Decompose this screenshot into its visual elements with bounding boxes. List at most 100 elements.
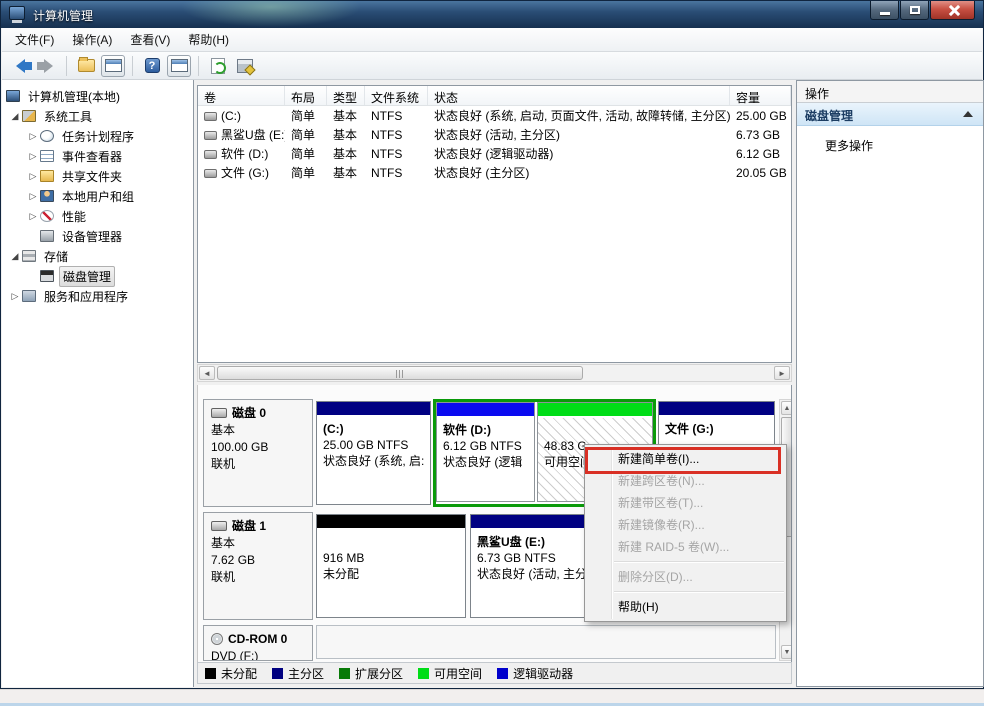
tree-item-event-viewer[interactable]: ▷ 事件查看器 bbox=[2, 146, 193, 166]
tree-item-system-tools[interactable]: ◢ 系统工具 bbox=[2, 106, 193, 126]
storage-icon bbox=[22, 250, 36, 262]
up-folder-button[interactable] bbox=[74, 55, 98, 77]
menu-action[interactable]: 操作(A) bbox=[63, 28, 121, 51]
horizontal-scroll-thumb[interactable] bbox=[217, 366, 583, 380]
unallocated-region[interactable]: 916 MB 未分配 bbox=[316, 514, 466, 618]
local-users-icon bbox=[40, 190, 54, 202]
menu-bar: 文件(F) 操作(A) 查看(V) 帮助(H) bbox=[2, 28, 982, 52]
actions-section-disk-management[interactable]: 磁盘管理 bbox=[797, 103, 983, 126]
column-header-layout[interactable]: 布局 bbox=[285, 86, 327, 105]
partition-c[interactable]: (C:) 25.00 GB NTFS 状态良好 (系统, 启: bbox=[316, 401, 431, 505]
legend-color-swatch bbox=[272, 668, 283, 679]
legend-logical-drive: 逻辑驱动器 bbox=[497, 665, 573, 682]
expander-collapsed-icon[interactable]: ▷ bbox=[26, 171, 40, 182]
expander-collapsed-icon[interactable]: ▷ bbox=[8, 291, 22, 302]
tree-item-disk-management[interactable]: 磁盘管理 bbox=[2, 266, 193, 286]
task-scheduler-icon bbox=[40, 130, 54, 142]
tree-item-local-users[interactable]: ▷ 本地用户和组 bbox=[2, 186, 193, 206]
back-button[interactable] bbox=[8, 55, 32, 77]
menu-separator bbox=[614, 591, 784, 592]
scroll-right-icon[interactable]: ► bbox=[774, 366, 790, 380]
partition-context-menu: 新建简单卷(I)... 新建跨区卷(N)... 新建带区卷(T)... 新建镜像… bbox=[584, 444, 787, 622]
maximize-button[interactable] bbox=[900, 1, 929, 20]
tree-item-performance[interactable]: ▷ 性能 bbox=[2, 206, 193, 226]
menu-file[interactable]: 文件(F) bbox=[6, 28, 63, 51]
column-header-volume[interactable]: 卷 bbox=[198, 86, 285, 105]
more-actions-item[interactable]: 更多操作 bbox=[825, 136, 983, 154]
close-icon bbox=[948, 5, 959, 16]
refresh-button[interactable] bbox=[206, 55, 230, 77]
disk-1-label[interactable]: 磁盘 1 基本 7.62 GB 联机 bbox=[203, 512, 313, 620]
tree-item-services-apps[interactable]: ▷ 服务和应用程序 bbox=[2, 286, 193, 306]
menu-separator bbox=[614, 561, 784, 562]
toolbar bbox=[2, 52, 982, 80]
disk-console-icon bbox=[237, 59, 253, 73]
minimize-button[interactable] bbox=[870, 1, 899, 20]
column-header-capacity[interactable]: 容量 bbox=[730, 86, 791, 105]
scroll-left-icon[interactable]: ◄ bbox=[199, 366, 215, 380]
menu-item-help[interactable]: 帮助(H) bbox=[585, 596, 786, 618]
screen: 计算机管理 文件(F) 操作(A) 查看(V) 帮助(H) bbox=[0, 0, 984, 706]
expander-expanded-icon[interactable]: ◢ bbox=[8, 251, 22, 262]
legend-extended-partition: 扩展分区 bbox=[339, 665, 403, 682]
unallocated-bar bbox=[317, 515, 465, 529]
tree-item-computer-management[interactable]: 计算机管理(本地) bbox=[2, 86, 193, 106]
legend-bar: 未分配 主分区 扩展分区 可用空间 逻辑驱动器 bbox=[197, 662, 792, 684]
scroll-down-icon[interactable]: ▼ bbox=[781, 645, 792, 659]
event-viewer-icon bbox=[40, 150, 54, 162]
volume-row-e[interactable]: 黑鲨U盘 (E:) 简单 基本 NTFS 状态良好 (活动, 主分区) 6.73… bbox=[198, 125, 791, 144]
toolbar-separator bbox=[198, 56, 199, 76]
tree-item-storage[interactable]: ◢ 存储 bbox=[2, 246, 193, 266]
menu-help[interactable]: 帮助(H) bbox=[179, 28, 238, 51]
expander-collapsed-icon[interactable]: ▷ bbox=[26, 151, 40, 162]
tree-item-device-manager[interactable]: 设备管理器 bbox=[2, 226, 193, 246]
volume-row-g[interactable]: 文件 (G:) 简单 基本 NTFS 状态良好 (主分区) 20.05 GB bbox=[198, 163, 791, 182]
help-button[interactable] bbox=[140, 55, 164, 77]
show-console-tree-button[interactable] bbox=[101, 55, 125, 77]
legend-color-swatch bbox=[339, 668, 350, 679]
expander-collapsed-icon[interactable]: ▷ bbox=[26, 131, 40, 142]
console-view-icon bbox=[171, 59, 188, 72]
logical-drive-bar bbox=[437, 403, 534, 417]
cdrom-0-label[interactable]: CD-ROM 0 DVD (F:) bbox=[203, 625, 313, 661]
show-action-pane-button[interactable] bbox=[167, 55, 191, 77]
tree-item-task-scheduler[interactable]: ▷ 任务计划程序 bbox=[2, 126, 193, 146]
disk-console-button[interactable] bbox=[233, 55, 257, 77]
volume-list-header: 卷 布局 类型 文件系统 状态 容量 bbox=[198, 86, 791, 106]
disk-icon bbox=[211, 408, 227, 418]
volume-row-d[interactable]: 软件 (D:) 简单 基本 NTFS 状态良好 (逻辑驱动器) 6.12 GB bbox=[198, 144, 791, 163]
console-tree-panel: 计算机管理(本地) ◢ 系统工具 ▷ 任务计划程序 ▷ 事件查看器 ▷ 共享文件… bbox=[2, 80, 194, 687]
collapse-section-icon[interactable] bbox=[963, 111, 973, 117]
forward-button[interactable] bbox=[35, 55, 59, 77]
actions-panel: 操作 磁盘管理 更多操作 bbox=[796, 80, 984, 687]
console-tree-icon bbox=[105, 59, 122, 72]
legend-color-swatch bbox=[205, 668, 216, 679]
volume-icon bbox=[204, 112, 217, 121]
disk-0-label[interactable]: 磁盘 0 基本 100.00 GB 联机 bbox=[203, 399, 313, 507]
scroll-up-icon[interactable]: ▲ bbox=[781, 401, 792, 415]
close-button[interactable] bbox=[930, 1, 975, 20]
title-bar: 计算机管理 bbox=[1, 1, 983, 28]
column-header-filesystem[interactable]: 文件系统 bbox=[365, 86, 428, 105]
tree-item-shared-folders[interactable]: ▷ 共享文件夹 bbox=[2, 166, 193, 186]
window-title: 计算机管理 bbox=[33, 7, 93, 24]
computer-icon bbox=[6, 90, 20, 102]
volume-row-c[interactable]: (C:) 简单 基本 NTFS 状态良好 (系统, 启动, 页面文件, 活动, … bbox=[198, 106, 791, 125]
partition-d[interactable]: 软件 (D:) 6.12 GB NTFS 状态良好 (逻辑 bbox=[436, 402, 535, 502]
menu-view[interactable]: 查看(V) bbox=[121, 28, 179, 51]
disk-icon bbox=[211, 521, 227, 531]
column-header-status[interactable]: 状态 bbox=[428, 86, 730, 105]
expander-collapsed-icon[interactable]: ▷ bbox=[26, 191, 40, 202]
expander-expanded-icon[interactable]: ◢ bbox=[8, 111, 22, 122]
primary-partition-bar bbox=[659, 402, 774, 416]
cdrom-empty-region bbox=[316, 625, 776, 659]
menu-item-new-raid5-volume: 新建 RAID-5 卷(W)... bbox=[585, 536, 786, 558]
red-highlight-annotation bbox=[585, 447, 781, 474]
back-icon bbox=[9, 59, 25, 73]
cdrom-0-row: CD-ROM 0 DVD (F:) bbox=[198, 625, 791, 662]
horizontal-scrollbar[interactable]: ◄ ► bbox=[197, 364, 792, 382]
column-header-type[interactable]: 类型 bbox=[327, 86, 365, 105]
expander-collapsed-icon[interactable]: ▷ bbox=[26, 211, 40, 222]
cdrom-icon bbox=[211, 633, 223, 645]
free-space-bar bbox=[538, 403, 652, 417]
